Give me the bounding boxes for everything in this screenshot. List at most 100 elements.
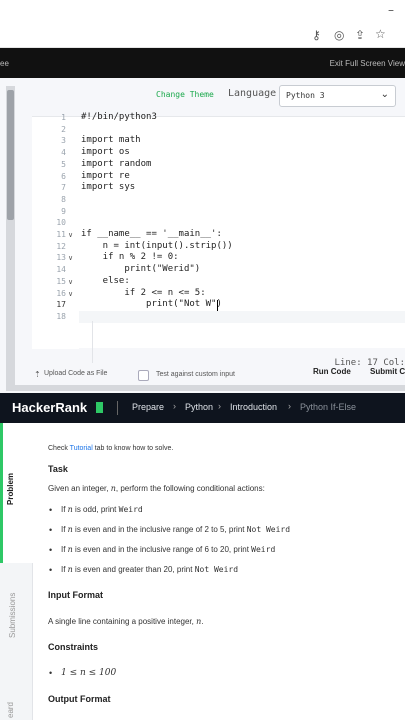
upload-code-button[interactable]: Upload Code as File [44, 370, 107, 377]
condition-item: If n is even and in the inclusive range … [61, 545, 275, 554]
code-line: import re [81, 170, 130, 181]
hint-text-suffix: tab to know how to solve. [92, 445, 174, 452]
code-editor[interactable]: 1 2 3 4 5 6 7 8 9 10 11 ∨ 12 13 ∨ 14 15 ∨ 16 ∨ 17 18 #!/bin/p… [32, 112, 405, 363]
input-text: A single line containing a positive inte… [48, 617, 197, 626]
code-line: import sys [81, 182, 136, 193]
code-line: print("Werid") [81, 264, 201, 275]
condition-pre: If [61, 525, 68, 534]
editor-toolbar: Change Theme Language Python 3 ⌄ ↺ [32, 78, 405, 113]
constraints-heading: Constraints [48, 642, 99, 652]
chevron-right-icon: › [288, 401, 291, 411]
code-line: else: [81, 275, 130, 286]
line-number: 5 [61, 159, 66, 169]
submit-code-button[interactable]: Submit Co [370, 367, 405, 376]
condition-code: Not Weird [246, 525, 291, 534]
condition-pre: If [61, 565, 68, 574]
hint-text: Check [48, 445, 70, 452]
run-code-button[interactable]: Run Code [313, 367, 351, 376]
bullet-dot: • [49, 525, 53, 535]
line-number: 18 [56, 311, 66, 321]
code-line: import math [81, 135, 141, 146]
condition-code: Weird [118, 505, 143, 514]
tab-problem[interactable] [0, 423, 33, 563]
line-number: 1 [61, 113, 66, 122]
chevron-down-icon: ⌄ [380, 89, 389, 100]
task-intro-text-end: , perform the following conditional acti… [115, 484, 265, 493]
condition-code: Not Weird [194, 565, 239, 574]
language-select-value: Python 3 [286, 91, 325, 100]
condition-item: If n is even and in the inclusive range … [61, 525, 290, 534]
condition-mid: is even and in the inclusive range of 2 … [72, 525, 247, 534]
condition-mid: is odd, print [72, 505, 119, 514]
browser-toolbar: ⚷ ◎ ⇪ ☆ [0, 22, 405, 63]
bullet-dot: • [49, 505, 53, 515]
horizontal-scrollbar[interactable] [6, 385, 405, 391]
condition-code: Weird [251, 545, 276, 554]
indent-guide [92, 321, 93, 363]
upload-icon: ⇡ [34, 370, 41, 379]
condition-pre: If [61, 505, 68, 514]
exit-fullscreen-button[interactable]: Exit Full Screen View [330, 59, 405, 68]
task-intro: Given an integer, n, perform the followi… [48, 484, 265, 493]
input-text-end: . [201, 617, 204, 626]
input-format-heading: Input Format [48, 590, 103, 600]
hackerrank-logo[interactable]: HackerRank [12, 400, 87, 415]
tab-submissions[interactable]: Submissions [8, 593, 17, 638]
condition-mid: is even and in the inclusive range of 6 … [72, 545, 252, 554]
line-number: 11 [56, 230, 66, 239]
custom-input-checkbox[interactable] [138, 370, 149, 381]
breadcrumb-python-if-else: Python If-Else [300, 402, 357, 412]
tutorial-link[interactable]: Tutorial [70, 445, 93, 452]
code-line: import os [81, 147, 130, 158]
line-number: 3 [61, 136, 66, 146]
line-number: 15 [56, 276, 66, 286]
breadcrumb-prepare[interactable]: Prepare [132, 402, 164, 412]
star-icon[interactable]: ☆ [375, 27, 386, 41]
share-icon[interactable]: ⇪ [355, 28, 365, 42]
code-line: if n % 2 != 0: [81, 252, 179, 263]
language-label: Language [228, 88, 277, 99]
code-line: n = int(input().strip()) [81, 240, 233, 251]
key-icon[interactable]: ⚷ [312, 28, 321, 42]
task-intro-text: Given an integer, [48, 484, 111, 493]
chevron-right-icon: › [218, 401, 221, 411]
chevron-right-icon: › [173, 401, 176, 411]
breadcrumb-python[interactable]: Python [185, 402, 213, 412]
line-number: 16 [56, 288, 66, 298]
code-editor-panel: Change Theme Language Python 3 ⌄ ↺ 12345… [0, 78, 405, 393]
task-heading: Task [48, 464, 68, 474]
nav-divider [117, 401, 118, 415]
bullet-dot: • [49, 668, 53, 678]
fold-chevron-icon[interactable]: ∨ [68, 278, 73, 286]
condition-pre: If [61, 545, 68, 554]
line-number: 10 [56, 218, 66, 228]
scrollbar-thumb[interactable] [7, 90, 14, 220]
tab-discussions[interactable]: eard [6, 702, 15, 718]
breadcrumb-introduction[interactable]: Introduction [230, 402, 277, 412]
custom-input-label: Test against custom input [156, 371, 235, 378]
logo-mark [96, 402, 103, 413]
eye-off-icon[interactable]: ◎ [334, 28, 344, 42]
code-line: if 2 <= n <= 5: [81, 287, 206, 298]
output-format-heading: Output Format [48, 694, 111, 704]
condition-mid: is even and greater than 20, print [72, 565, 195, 574]
code-line: import random [81, 158, 152, 169]
fullscreen-bar-left-text: ee [0, 59, 9, 68]
hackerrank-navbar: HackerRank Prepare › Python › Introducti… [0, 393, 405, 423]
language-select[interactable]: Python 3 ⌄ [279, 85, 396, 107]
fold-chevron-icon[interactable]: ∨ [68, 231, 73, 239]
code-line: if __name__ == '__main__': [81, 229, 222, 239]
line-number: 2 [61, 124, 66, 134]
line-number: 14 [56, 265, 66, 275]
minimize-icon[interactable]: – [388, 3, 394, 17]
text-cursor [217, 300, 218, 312]
line-number: 9 [61, 206, 66, 216]
tab-problem-label: Problem [6, 472, 15, 505]
fold-chevron-icon[interactable]: ∨ [68, 254, 73, 262]
code-line: print("Not W") [81, 299, 222, 310]
change-theme-link[interactable]: Change Theme [156, 90, 214, 99]
code-line: #!/bin/python3 [81, 112, 157, 122]
line-number: 6 [61, 171, 66, 181]
fold-chevron-icon[interactable]: ∨ [68, 290, 73, 298]
line-number: 12 [56, 241, 66, 251]
